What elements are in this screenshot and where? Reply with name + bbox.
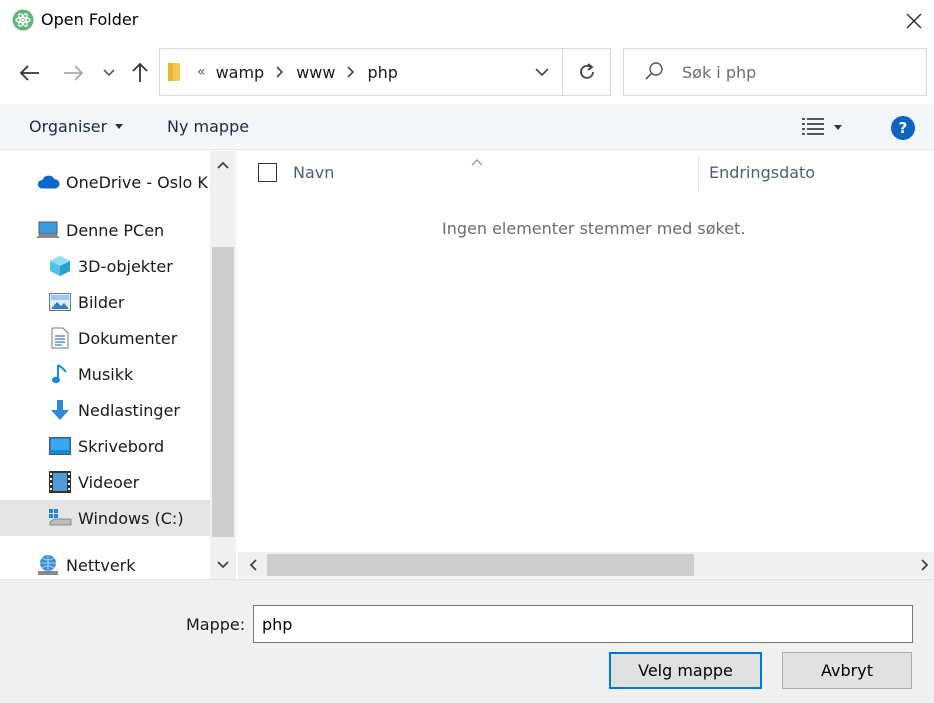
sidebar-item-label: Skrivebord [78,436,165,456]
sidebar-item-label: Nettverk [66,555,136,575]
chevron-left-icon [249,559,257,571]
breadcrumb-item[interactable]: wamp [216,63,265,82]
address-dropdown-button[interactable] [522,49,562,95]
recent-locations-button[interactable] [97,60,121,86]
organise-menu-button[interactable]: Organiser [29,117,124,136]
document-icon [48,326,72,350]
sidebar-item-network[interactable]: Nettverk [0,547,210,583]
sidebar-item-videos[interactable]: Videoer [0,464,210,500]
film-icon [48,470,72,494]
breadcrumb-overflow[interactable]: « [197,64,206,80]
column-header-row: Navn Endringsdato [238,151,934,193]
command-bar: Organiser Ny mappe ? [0,104,934,150]
sidebar-item-label: Dokumenter [78,328,178,348]
scroll-right-button[interactable] [912,552,934,578]
arrow-left-icon [19,65,39,81]
scroll-up-button[interactable] [210,151,236,179]
empty-message: Ingen elementer stemmer med søket. [442,219,746,238]
folder-name-input[interactable] [253,605,913,643]
scroll-left-button[interactable] [240,552,266,578]
music-note-icon [48,362,72,386]
sidebar-item-documents[interactable]: Dokumenter [0,320,210,356]
breadcrumb-item[interactable]: php [367,63,397,82]
caret-down-icon [115,124,124,129]
title-bar: Open Folder [0,0,934,42]
select-all-checkbox[interactable] [258,163,277,182]
computer-icon [36,218,60,242]
cloud-icon [36,170,60,194]
column-header-name[interactable]: Navn [293,163,334,182]
pictures-icon [48,290,72,314]
new-folder-button[interactable]: Ny mappe [167,117,249,136]
chevron-right-icon[interactable] [347,66,355,78]
file-list: Navn Endringsdato Ingen elementer stemme… [238,151,934,579]
search-icon [644,61,664,85]
cancel-button[interactable]: Avbryt [782,652,912,689]
refresh-icon [579,63,594,79]
sidebar-item-label: Bilder [78,292,125,312]
select-folder-button[interactable]: Velg mappe [609,652,762,689]
breadcrumb: « wamp www php [160,49,398,95]
view-options-button[interactable] [802,114,856,140]
desktop-icon [48,434,72,458]
scrollbar-thumb[interactable] [212,247,234,537]
address-bar[interactable]: « wamp www php [159,48,611,96]
sidebar-item-label: 3D-objekter [78,256,173,276]
chevron-down-icon [535,67,549,76]
sidebar-item-desktop[interactable]: Skrivebord [0,428,210,464]
sidebar-item-3d-objects[interactable]: 3D-objekter [0,248,210,284]
help-button[interactable]: ? [891,116,915,140]
sidebar-scrollbar[interactable] [210,151,236,579]
sidebar-item-label: Denne PCen [66,220,165,240]
drive-icon [48,506,72,530]
back-button[interactable] [16,60,42,86]
atom-icon [12,9,34,31]
sidebar-item-label: Windows (C:) [78,508,184,528]
sidebar-item-label: Musikk [78,364,134,384]
organise-label: Organiser [29,117,108,136]
sidebar-item-windows-c[interactable]: Windows (C:) [0,500,210,536]
navigation-pane: OneDrive - Oslo K Denne PCen 3D-objekter… [0,151,236,579]
details-view-icon [802,118,824,135]
folder-icon [167,61,181,83]
chevron-right-icon[interactable] [276,66,284,78]
sidebar-item-label: Videoer [78,472,140,492]
sort-ascending-icon [471,151,483,170]
dialog-footer: Mappe: Velg mappe Avbryt [0,579,934,703]
sidebar-item-downloads[interactable]: Nedlastinger [0,392,210,428]
breadcrumb-item[interactable]: www [296,63,335,82]
sidebar-item-this-pc[interactable]: Denne PCen [0,212,210,248]
close-icon [906,13,922,29]
scroll-down-button[interactable] [210,551,236,579]
cube-icon [48,254,72,278]
sidebar-item-pictures[interactable]: Bilder [0,284,210,320]
window-title: Open Folder [41,10,139,29]
column-divider[interactable] [698,155,699,191]
arrow-right-icon [64,65,84,81]
network-icon [36,553,60,577]
sidebar-item-onedrive[interactable]: OneDrive - Oslo K [0,164,210,200]
close-button[interactable] [896,2,932,40]
download-arrow-icon [48,398,72,422]
refresh-button[interactable] [562,49,610,95]
search-input[interactable] [682,49,912,95]
forward-button[interactable] [61,60,87,86]
search-box[interactable] [623,48,927,96]
up-button[interactable] [127,59,153,85]
sidebar-item-label: Nedlastinger [78,400,180,420]
list-horizontal-scrollbar[interactable] [238,552,934,578]
column-header-date[interactable]: Endringsdato [709,163,815,182]
chevron-down-icon [217,561,229,569]
folder-label: Mappe: [186,615,246,634]
scrollbar-thumb[interactable] [267,554,694,576]
caret-down-icon [834,124,842,130]
chevron-right-icon [921,559,929,571]
arrow-up-icon [132,62,148,82]
sidebar-item-label: OneDrive - Oslo K [66,172,208,192]
chevron-up-icon [217,161,229,169]
sidebar-item-music[interactable]: Musikk [0,356,210,392]
chevron-down-icon [103,69,115,77]
